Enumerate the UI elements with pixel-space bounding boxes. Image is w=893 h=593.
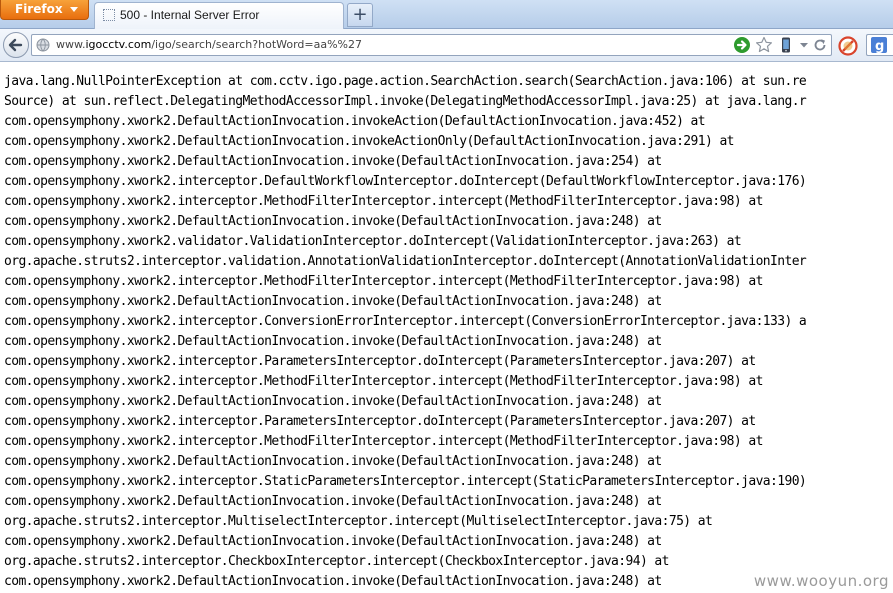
chevron-down-icon bbox=[70, 7, 78, 12]
url-bar-icons bbox=[733, 36, 829, 54]
stack-trace-line: com.opensymphony.xwork2.interceptor.Meth… bbox=[4, 374, 763, 389]
stack-trace-line: com.opensymphony.xwork2.interceptor.Meth… bbox=[4, 434, 763, 449]
stack-trace-line: com.opensymphony.xwork2.DefaultActionInv… bbox=[4, 534, 662, 549]
stack-trace-line: com.opensymphony.xwork2.interceptor.Meth… bbox=[4, 274, 763, 289]
stack-trace-line: java.lang.NullPointerException at com.cc… bbox=[4, 74, 807, 89]
url-path: /igo/search/search?hotWord=aa%%27 bbox=[151, 38, 363, 51]
tab-title: 500 - Internal Server Error bbox=[120, 8, 260, 22]
stack-trace-line: com.opensymphony.xwork2.DefaultActionInv… bbox=[4, 454, 662, 469]
back-arrow-icon bbox=[8, 38, 23, 52]
stack-trace-line: com.opensymphony.xwork2.interceptor.Para… bbox=[4, 354, 756, 369]
stack-trace-line: com.opensymphony.xwork2.DefaultActionInv… bbox=[4, 334, 662, 349]
google-search-icon: g bbox=[871, 37, 887, 54]
new-tab-button[interactable]: + bbox=[347, 3, 373, 27]
url-text[interactable]: www.igocctv.com/igo/search/search?hotWor… bbox=[56, 38, 362, 52]
globe-icon bbox=[36, 38, 50, 52]
stack-trace-line: com.opensymphony.xwork2.interceptor.Para… bbox=[4, 414, 756, 429]
stack-trace: java.lang.NullPointerException at com.cc… bbox=[4, 72, 807, 592]
url-prefix: www. bbox=[56, 38, 86, 51]
url-host: igocctv.com bbox=[85, 38, 152, 51]
stack-trace-line: com.opensymphony.xwork2.DefaultActionInv… bbox=[4, 294, 662, 309]
tab-strip: Firefox 500 - Internal Server Error + bbox=[0, 0, 893, 29]
stack-trace-line: com.opensymphony.xwork2.DefaultActionInv… bbox=[4, 214, 662, 229]
svg-text:g: g bbox=[875, 39, 884, 54]
stack-trace-line: com.opensymphony.xwork2.DefaultActionInv… bbox=[4, 574, 662, 589]
stack-trace-line: com.opensymphony.xwork2.interceptor.Defa… bbox=[4, 174, 807, 189]
stack-trace-line: com.opensymphony.xwork2.validator.Valida… bbox=[4, 234, 742, 249]
page-favicon-icon bbox=[103, 9, 115, 21]
stack-trace-line: com.opensymphony.xwork2.DefaultActionInv… bbox=[4, 394, 662, 409]
watermark: www.wooyun.org bbox=[749, 572, 889, 590]
bookmark-star-icon[interactable] bbox=[755, 36, 773, 54]
stack-trace-line: com.opensymphony.xwork2.interceptor.Conv… bbox=[4, 314, 807, 329]
stack-trace-line: com.opensymphony.xwork2.interceptor.Meth… bbox=[4, 194, 763, 209]
stack-trace-line: com.opensymphony.xwork2.DefaultActionInv… bbox=[4, 494, 662, 509]
plus-icon: + bbox=[352, 4, 368, 25]
firefox-menu-label: Firefox bbox=[15, 2, 63, 16]
go-arrow-icon[interactable] bbox=[733, 36, 751, 54]
stack-trace-line: com.opensymphony.xwork2.DefaultActionInv… bbox=[4, 134, 735, 149]
tab-active[interactable]: 500 - Internal Server Error bbox=[94, 2, 344, 29]
stop-icon[interactable] bbox=[838, 36, 858, 56]
back-button[interactable] bbox=[3, 32, 29, 58]
stack-trace-line: org.apache.struts2.interceptor.validatio… bbox=[4, 254, 807, 269]
reload-icon[interactable] bbox=[811, 36, 829, 54]
stack-trace-line: Source) at sun.reflect.DelegatingMethodA… bbox=[4, 94, 807, 109]
stack-trace-line: org.apache.struts2.interceptor.CheckboxI… bbox=[4, 554, 669, 569]
stack-trace-line: com.opensymphony.xwork2.interceptor.Stat… bbox=[4, 474, 807, 489]
stack-trace-line: org.apache.struts2.interceptor.Multisele… bbox=[4, 514, 713, 529]
phone-icon[interactable] bbox=[777, 36, 795, 54]
navigation-bar: www.igocctv.com/igo/search/search?hotWor… bbox=[0, 29, 893, 62]
firefox-menu-button[interactable]: Firefox bbox=[0, 0, 89, 20]
search-engine-selector[interactable]: g bbox=[866, 34, 893, 56]
stack-trace-line: com.opensymphony.xwork2.DefaultActionInv… bbox=[4, 114, 706, 129]
stack-trace-line: com.opensymphony.xwork2.DefaultActionInv… bbox=[4, 154, 662, 169]
address-bar[interactable]: www.igocctv.com/igo/search/search?hotWor… bbox=[31, 34, 832, 56]
page-content: java.lang.NullPointerException at com.cc… bbox=[0, 62, 893, 593]
